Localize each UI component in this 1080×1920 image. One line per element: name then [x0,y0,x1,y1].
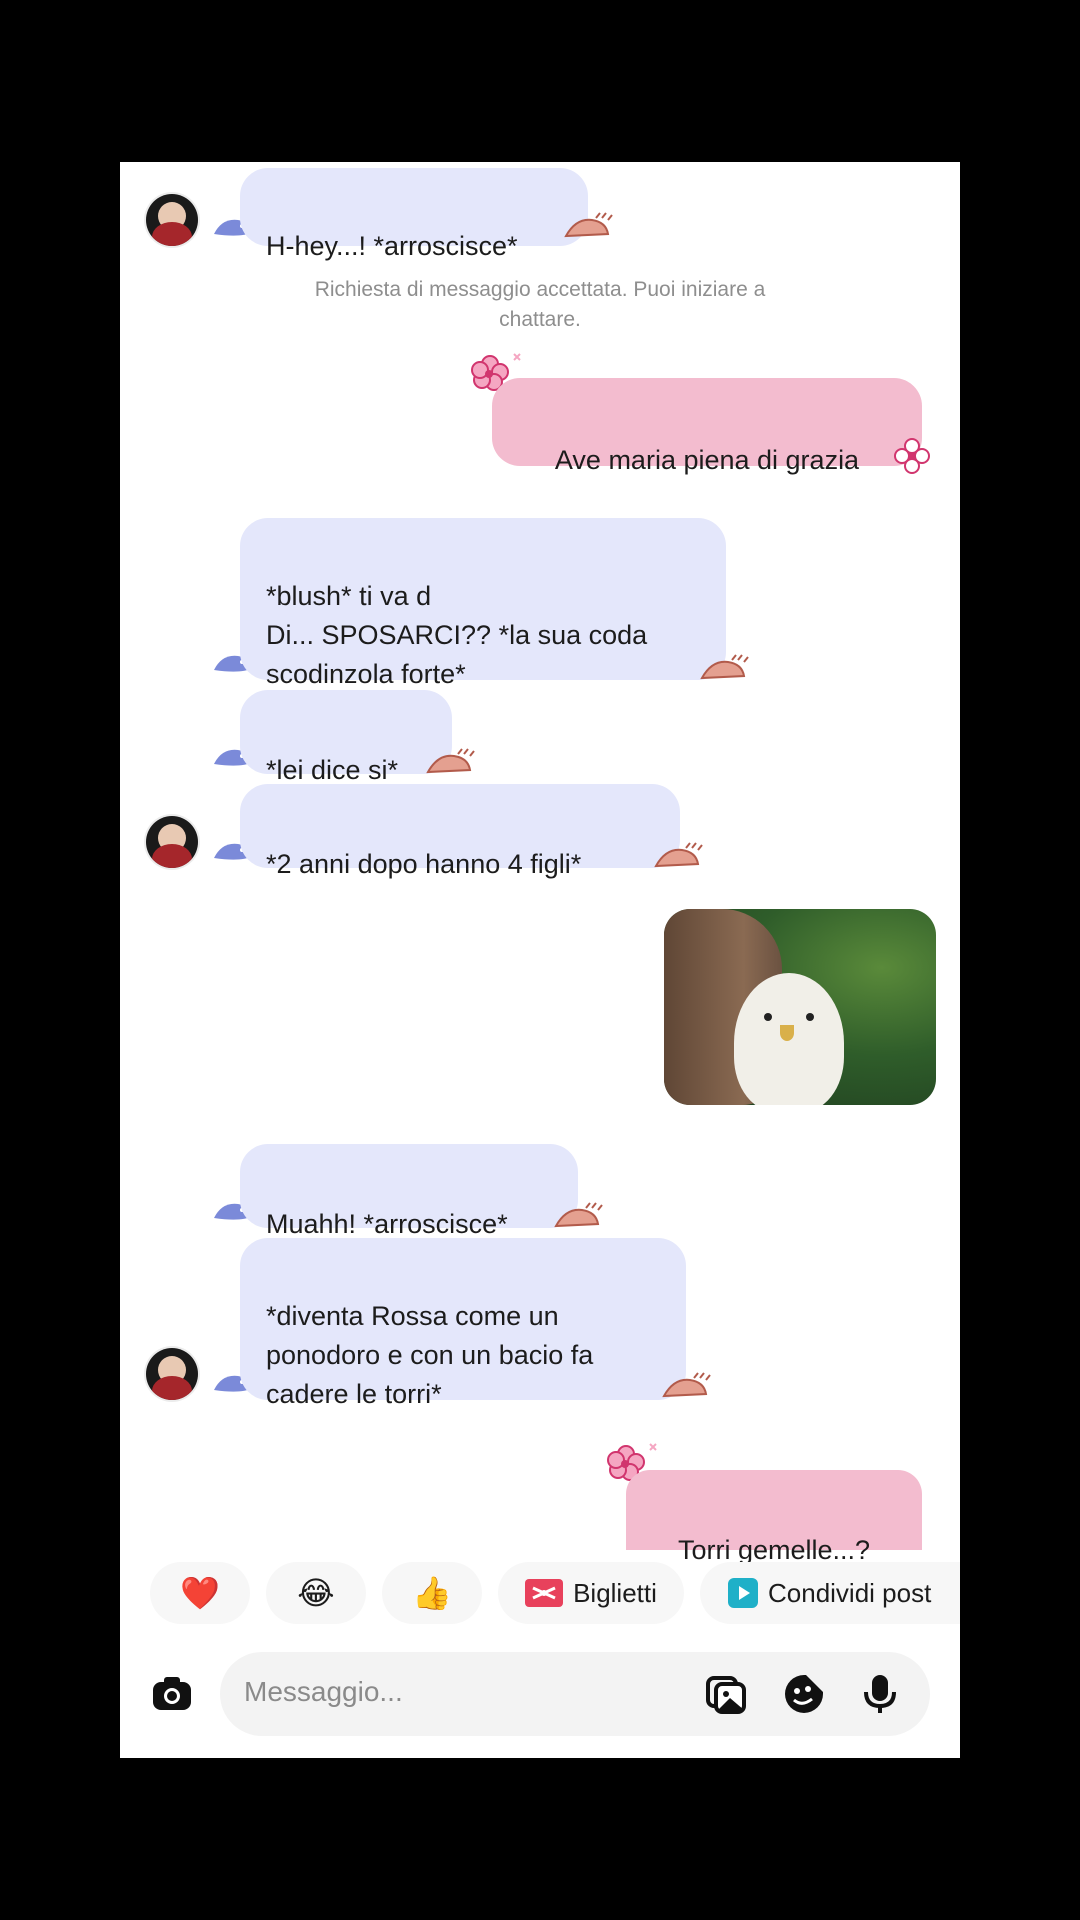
share-post-label: Condividi post [768,1577,932,1608]
heart-reaction-chip[interactable]: ❤️ [150,1562,250,1624]
message-bubble[interactable]: *diventa Rossa come un ponodoro e con un… [240,1238,686,1409]
message-text: H-hey...! *arroscisce* [266,231,518,261]
message-bubble[interactable]: Torri gemelle...? [626,1470,922,1565]
tickets-chip[interactable]: Biglietti [498,1562,684,1624]
chat-screen: H-hey...! *arroscisce* Richiesta di mess… [120,162,960,1758]
eagle-eye [806,1013,814,1021]
message-text: Ave maria piena di grazia [554,445,860,475]
message-bubble[interactable]: *2 anni dopo hanno 4 figli* [240,784,680,879]
message-text: Muahh! *arroscisce* [266,1209,508,1239]
snail-sticker-icon [426,748,475,774]
snail-sticker-icon [654,842,703,868]
message-composer[interactable]: Messaggio... [220,1652,930,1736]
heart-icon: ❤️ [180,1575,220,1611]
gallery-icon[interactable] [704,1672,748,1716]
eagle-beak [780,1025,794,1041]
snail-sticker-icon [564,212,613,238]
snail-sticker-icon [554,1202,603,1228]
message-text: *2 anni dopo hanno 4 figli* [266,849,582,879]
tickets-label: Biglietti [573,1577,657,1608]
message-bubble[interactable]: H-hey...! *arroscisce* [240,168,588,261]
laugh-reaction-chip[interactable]: 😂 [266,1562,366,1624]
shared-photo[interactable] [664,909,936,1105]
message-bubble[interactable]: *lei dice si* [240,690,452,785]
laughing-emoji-icon: 😂 [297,1575,335,1611]
share-post-chip[interactable]: Condividi post [700,1562,960,1624]
flower-sticker-icon [894,438,930,474]
message-text: *lei dice si* [266,755,399,785]
message-input[interactable]: Messaggio... [244,1676,403,1708]
camera-icon[interactable] [150,1672,194,1716]
ticket-icon [525,1579,564,1607]
thumbs-up-icon: 👍 [412,1575,452,1611]
snail-sticker-icon [662,1372,711,1398]
eagle-eye [764,1013,772,1021]
system-message: Richiesta di messaggio accettata. Puoi i… [314,278,766,331]
message-bubble[interactable]: Muahh! *arroscisce* [240,1144,578,1239]
play-icon [728,1578,758,1608]
sticker-icon[interactable] [782,1672,826,1716]
message-text: *diventa Rossa come un ponodoro e con un… [266,1301,594,1409]
message-bubble[interactable]: *blush* ti va d Di... SPOSARCI?? *la sua… [240,518,726,689]
contact-avatar[interactable] [146,1348,198,1400]
message-bubble[interactable]: Ave maria piena di grazia [492,378,922,475]
contact-avatar[interactable] [146,194,198,246]
thumbs-up-reaction-chip[interactable]: 👍 [382,1562,482,1624]
message-text: Torri gemelle...? [677,1535,871,1565]
snail-sticker-icon [700,654,749,680]
contact-avatar[interactable] [146,816,198,868]
message-text: *blush* ti va d Di... SPOSARCI?? *la sua… [266,581,648,689]
microphone-icon[interactable] [858,1672,902,1716]
quick-replies-bar: ❤️ 😂 👍 Biglietti Condividi post [120,1562,960,1628]
